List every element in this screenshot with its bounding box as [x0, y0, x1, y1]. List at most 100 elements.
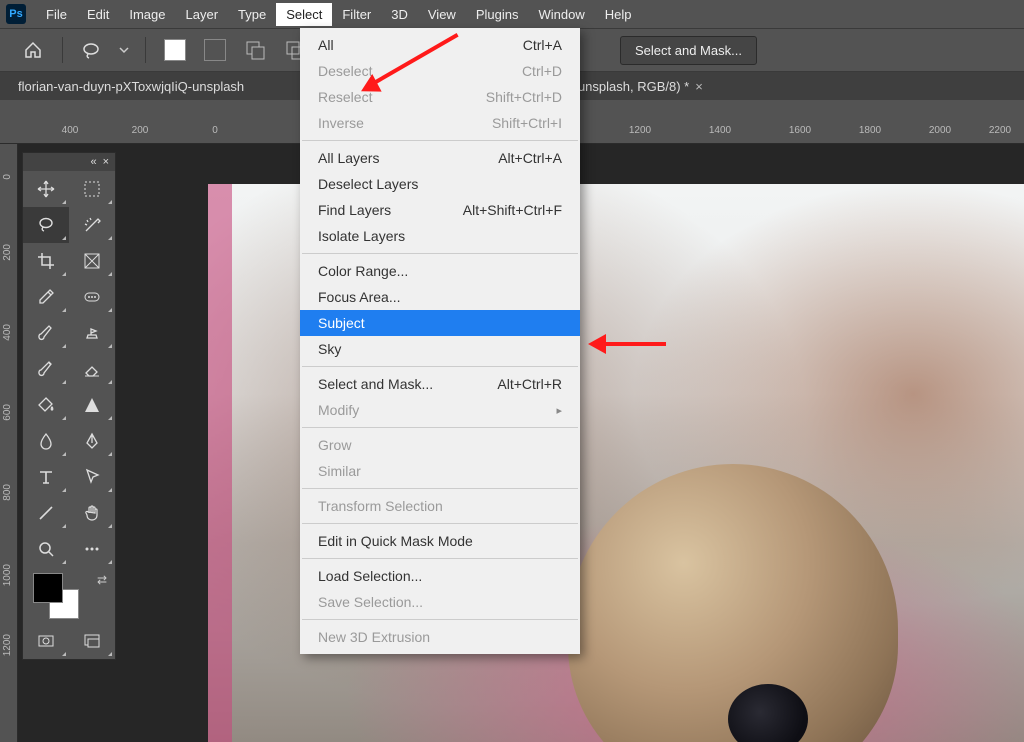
close-icon[interactable]: × [103, 156, 109, 168]
shape-tool[interactable] [69, 387, 115, 423]
app-logo: Ps [6, 4, 26, 24]
healing-brush-tool[interactable] [69, 279, 115, 315]
new-selection-icon[interactable] [160, 36, 190, 64]
menu-item-label: All Layers [318, 150, 379, 166]
add-selection-icon[interactable] [200, 36, 230, 64]
menu-item-subject[interactable]: Subject [300, 310, 580, 336]
menu-item-select-and-mask[interactable]: Select and Mask...Alt+Ctrl+R [300, 371, 580, 397]
crop-tool[interactable] [23, 243, 69, 279]
ruler-tick: 1000 [2, 564, 13, 586]
zoom-tool[interactable] [23, 531, 69, 567]
menu-item-label: Deselect Layers [318, 176, 418, 192]
menu-item-new-3d-extrusion: New 3D Extrusion [300, 624, 580, 650]
menu-item-label: Subject [318, 315, 365, 331]
menu-window[interactable]: Window [528, 3, 594, 26]
screen-mode-tool[interactable] [69, 623, 115, 659]
select-menu-dropdown: AllCtrl+ADeselectCtrl+DReselectShift+Ctr… [300, 28, 580, 654]
frame-tool[interactable] [69, 243, 115, 279]
menu-item-label: Focus Area... [318, 289, 400, 305]
menu-item-load-selection[interactable]: Load Selection... [300, 563, 580, 589]
move-tool[interactable] [23, 171, 69, 207]
menu-item-edit-in-quick-mask-mode[interactable]: Edit in Quick Mask Mode [300, 528, 580, 554]
menu-separator [302, 253, 578, 254]
ruler-vertical: 020040060080010001200 [0, 122, 18, 742]
annotation-arrow [350, 33, 460, 93]
menu-item-inverse: InverseShift+Ctrl+I [300, 110, 580, 136]
menu-plugins[interactable]: Plugins [466, 3, 529, 26]
menu-item-label: All [318, 37, 334, 53]
menu-item-label: Isolate Layers [318, 228, 405, 244]
menu-item-label: Find Layers [318, 202, 391, 218]
type-tool[interactable] [23, 459, 69, 495]
path-select-tool[interactable] [69, 459, 115, 495]
home-icon[interactable] [18, 36, 48, 64]
ruler-tick: 400 [2, 324, 13, 341]
document-tab[interactable]: florian-van-duyn-pXToxwjqIiQ-unsplash [10, 75, 252, 98]
close-icon[interactable]: × [695, 79, 703, 94]
menu-item-deselect-layers[interactable]: Deselect Layers [300, 171, 580, 197]
blur-tool[interactable] [23, 423, 69, 459]
menu-select[interactable]: Select [276, 3, 332, 26]
menu-item-label: Color Range... [318, 263, 408, 279]
subtract-selection-icon[interactable] [240, 36, 270, 64]
menu-layer[interactable]: Layer [176, 3, 229, 26]
menu-item-label: Load Selection... [318, 568, 422, 584]
menu-help[interactable]: Help [595, 3, 642, 26]
select-and-mask-button[interactable]: Select and Mask... [620, 36, 757, 65]
menu-item-label: Select and Mask... [318, 376, 433, 392]
menu-item-label: New 3D Extrusion [318, 629, 430, 645]
lasso-options-icon[interactable] [77, 36, 107, 64]
menu-type[interactable]: Type [228, 3, 276, 26]
menu-separator [302, 427, 578, 428]
menu-separator [302, 366, 578, 367]
menu-3d[interactable]: 3D [381, 3, 418, 26]
menu-item-sky[interactable]: Sky [300, 336, 580, 362]
menu-separator [302, 140, 578, 141]
eyedropper-tool[interactable] [23, 279, 69, 315]
separator [145, 37, 146, 63]
menu-item-label: Modify [318, 402, 359, 418]
magic-wand-tool[interactable] [69, 207, 115, 243]
menu-file[interactable]: File [36, 3, 77, 26]
more-tool[interactable] [69, 531, 115, 567]
ruler-tick: 800 [2, 484, 13, 501]
foreground-color-swatch[interactable] [33, 573, 63, 603]
menu-item-find-layers[interactable]: Find Layers Alt+Shift+Ctrl+F [300, 197, 580, 223]
menu-item-all-layers[interactable]: All Layers Alt+Ctrl+A [300, 145, 580, 171]
history-brush-tool[interactable] [23, 351, 69, 387]
menu-item-similar: Similar [300, 458, 580, 484]
quick-mask-tool[interactable] [23, 623, 69, 659]
menu-item-label: Transform Selection [318, 498, 443, 514]
menu-item-isolate-layers[interactable]: Isolate Layers [300, 223, 580, 249]
ruler-tick: 0 [195, 125, 235, 136]
lasso-tool[interactable] [23, 207, 69, 243]
chevron-down-icon[interactable] [117, 36, 131, 64]
menu-item-grow: Grow [300, 432, 580, 458]
menu-edit[interactable]: Edit [77, 3, 119, 26]
menu-view[interactable]: View [418, 3, 466, 26]
menu-item-shortcut: Ctrl+D [522, 63, 562, 79]
swap-colors-icon[interactable]: ⇄ [97, 573, 107, 587]
ruler-tick: 1200 [620, 125, 660, 136]
brush-tool[interactable] [23, 315, 69, 351]
menu-item-shortcut: Ctrl+A [523, 37, 562, 53]
menu-item-color-range[interactable]: Color Range... [300, 258, 580, 284]
menu-item-focus-area[interactable]: Focus Area... [300, 284, 580, 310]
menu-image[interactable]: Image [119, 3, 175, 26]
eraser-tool[interactable] [69, 351, 115, 387]
menu-item-shortcut: Alt+Shift+Ctrl+F [463, 202, 562, 218]
color-swatches: ⇄ [23, 567, 115, 623]
paint-bucket-tool[interactable] [23, 387, 69, 423]
rect-marquee-tool[interactable] [69, 171, 115, 207]
pen-tool[interactable] [69, 423, 115, 459]
hand-tool[interactable] [69, 495, 115, 531]
collapse-icon[interactable]: « [90, 156, 96, 168]
menu-item-transform-selection: Transform Selection [300, 493, 580, 519]
menu-filter[interactable]: Filter [332, 3, 381, 26]
ruler-tick: 2200 [980, 125, 1020, 136]
menu-item-shortcut: Alt+Ctrl+A [498, 150, 562, 166]
menubar: Ps FileEditImageLayerTypeSelectFilter3DV… [0, 0, 1024, 28]
line-tool[interactable] [23, 495, 69, 531]
menu-item-save-selection: Save Selection... [300, 589, 580, 615]
clone-stamp-tool[interactable] [69, 315, 115, 351]
